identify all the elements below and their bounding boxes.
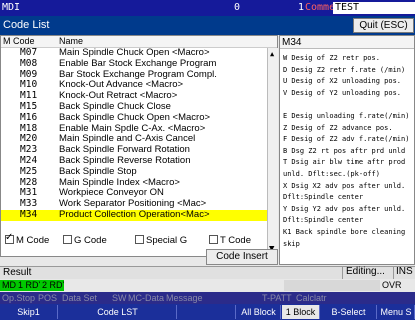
- code-insert-button[interactable]: Code Insert: [206, 249, 278, 265]
- func-data-set[interactable]: Data Set: [62, 292, 97, 304]
- insert-mode-indicator: INS: [393, 266, 415, 279]
- description-line: K1 Back spindle bore cleaning: [283, 227, 406, 236]
- mode-status-row: MDI 1 RDY 2 RDY OVR 30%: [0, 280, 415, 301]
- list-rows: M07 Main Spindle Chuck Open <Macro> M08 Ena…: [1, 47, 277, 221]
- counter-left: 0: [234, 2, 241, 13]
- window-title: Code List: [3, 19, 50, 31]
- description-line: unld. Dflt:sec.(pk-off): [283, 169, 380, 178]
- checkbox-empty-icon: [63, 235, 72, 244]
- menu-b-select[interactable]: B-Select: [321, 305, 377, 319]
- func-pos[interactable]: POS: [38, 292, 57, 304]
- t-code-checkbox[interactable]: T Code: [209, 235, 251, 246]
- menu-all-block[interactable]: All Block: [237, 305, 281, 319]
- description-body: W Desig of Z2 retr pos. D Desig Z2 retr f…: [280, 48, 414, 264]
- description-line: F Desig of Z2 adv f.rate(/min): [283, 135, 410, 144]
- list-item-code: M16: [20, 111, 38, 123]
- list-item-code: M08: [20, 57, 38, 69]
- func-op-stop[interactable]: Op.Stop: [2, 292, 35, 304]
- m-code-checkbox[interactable]: M Code: [5, 232, 49, 246]
- description-line: V Desig of Y2 unloading pos.: [283, 88, 402, 97]
- code-description-panel: M34 W Desig of Z2 retr pos. D Desig Z2 re…: [279, 35, 415, 265]
- result-label: Result: [3, 267, 32, 278]
- counter-right: 1: [298, 2, 305, 13]
- check-icon: [5, 232, 14, 244]
- list-item-code: M25: [20, 165, 38, 177]
- list-item-code: M34: [20, 208, 38, 220]
- list-item-name: Back Spindle Chuck Open <Macro>: [59, 111, 211, 123]
- description-blank-line: [283, 99, 414, 111]
- quit-button[interactable]: Quit (ESC): [353, 18, 414, 33]
- description-line: Dflt:Spindle center: [283, 193, 364, 202]
- func-calculator[interactable]: Calclatr: [296, 292, 327, 304]
- menu-key-row: Skip1 Code LST All Block 1 Block B-Selec…: [0, 304, 415, 320]
- description-line: skip: [283, 239, 300, 248]
- code-filter-group: M Code G Code Special G T Code: [1, 232, 277, 249]
- code-list[interactable]: M Code Name M07 Main Spindle Chuck Open <…: [0, 35, 278, 257]
- description-line: B Dsg Z2 rt pos aftr prd unld: [283, 146, 406, 155]
- status-bar: MDI 0 1 Comment TEST: [0, 0, 415, 16]
- mode-label: MDI: [2, 2, 21, 13]
- special-g-checkbox[interactable]: Special G: [135, 235, 187, 246]
- menu-menu-s[interactable]: Menu S: [378, 305, 415, 319]
- description-line: D Desig Z2 retr f.rate (/min): [283, 65, 406, 74]
- mode-blank-field: [64, 280, 284, 291]
- list-item[interactable]: M08 Enable Bar Stock Exchange Program: [1, 57, 277, 70]
- list-item[interactable]: M16 Back Spindle Chuck Open <Macro>: [1, 111, 277, 124]
- func-sw[interactable]: SW: [112, 292, 127, 304]
- list-scrollbar[interactable]: ▲ ▼: [267, 48, 278, 257]
- header-code: Code: [13, 36, 35, 46]
- description-line: Z Desig of Z2 advance pos.: [283, 123, 393, 132]
- checkbox-empty-icon: [209, 235, 218, 244]
- menu-one-block[interactable]: 1 Block: [282, 305, 320, 319]
- g-code-checkbox[interactable]: G Code: [63, 235, 107, 246]
- header-flag: M: [3, 36, 11, 46]
- func-message[interactable]: Message: [166, 292, 203, 304]
- func-mc-data[interactable]: MC-Data: [128, 292, 164, 304]
- func-t-patt[interactable]: T-PATT: [262, 292, 292, 304]
- function-row: Op.Stop POS Data Set SW MC-Data Message …: [0, 292, 415, 304]
- description-line: X Dsig X2 adv pos after unld.: [283, 181, 406, 190]
- list-item[interactable]: M34 Product Collection Operation<Mac>: [1, 208, 277, 221]
- list-item-name: Back Spindle Stop: [59, 165, 137, 177]
- list-item[interactable]: M25 Back Spindle Stop: [1, 165, 277, 178]
- description-line: W Desig of Z2 retr pos.: [283, 54, 380, 62]
- description-line: E Desig unloading f.rate(/min): [283, 111, 410, 120]
- comment-value: TEST: [333, 2, 415, 14]
- list-item-name: Product Collection Operation<Mac>: [59, 208, 210, 220]
- menu-code-list[interactable]: Code LST: [59, 305, 177, 319]
- list-item-name: Enable Bar Stock Exchange Program: [59, 57, 217, 69]
- description-line: U Desig of X2 unloading pos.: [283, 77, 402, 86]
- override-readout: OVR 30%: [380, 280, 415, 301]
- menu-empty-key[interactable]: [178, 305, 236, 319]
- list-item[interactable]: M24 Back Spindle Reverse Rotation: [1, 155, 277, 167]
- checkbox-empty-icon: [135, 235, 144, 244]
- description-line: Dflt:Spindle center: [283, 216, 364, 225]
- header-name: Name: [59, 36, 84, 46]
- description-title: M34: [280, 36, 414, 48]
- description-line: Y Dsig Y2 adv pos after unld.: [283, 204, 406, 213]
- scroll-up-icon[interactable]: ▲: [270, 50, 274, 58]
- editing-status: Editing...: [342, 266, 391, 279]
- description-line: T Dsig air blw time aftr prod: [283, 158, 406, 167]
- menu-skip1[interactable]: Skip1: [0, 305, 58, 319]
